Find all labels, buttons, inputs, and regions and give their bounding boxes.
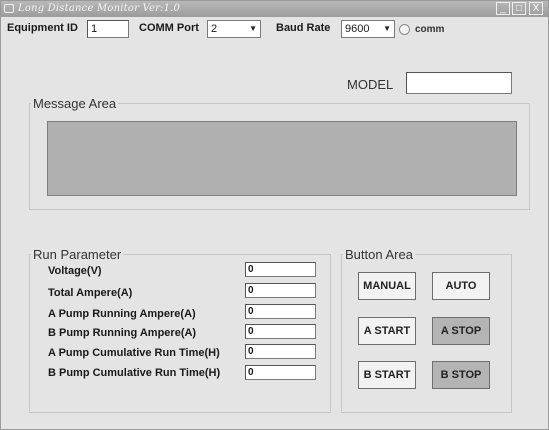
chevron-down-icon[interactable]: ▼: [249, 22, 257, 36]
model-input[interactable]: [406, 72, 512, 94]
baud-rate-value: 9600: [345, 23, 370, 35]
title-bar[interactable]: Long Distance Monitor Ver:1.0 _ □ X: [1, 1, 548, 17]
voltage-field[interactable]: 0: [245, 262, 316, 277]
run-parameter-title: Run Parameter: [31, 247, 124, 262]
app-icon: [4, 4, 14, 13]
b-pump-cumulative-run-time-label: B Pump Cumulative Run Time(H): [48, 367, 221, 379]
message-area-title: Message Area: [31, 96, 119, 111]
comm-port-select[interactable]: 2 ▼: [207, 20, 261, 38]
chevron-down-icon[interactable]: ▼: [383, 22, 391, 36]
voltage-label: Voltage(V): [48, 265, 102, 277]
b-start-button[interactable]: B START: [358, 361, 416, 389]
auto-button[interactable]: AUTO: [432, 272, 490, 300]
a-pump-running-ampere-label: A Pump Running Ampere(A): [48, 308, 196, 320]
comm-radio-label: comm: [415, 24, 445, 35]
model-label: MODEL: [347, 77, 394, 92]
a-pump-cumulative-run-time-field[interactable]: 0: [245, 344, 316, 359]
baud-rate-select[interactable]: 9600 ▼: [341, 20, 395, 38]
b-pump-running-ampere-field[interactable]: 0: [245, 324, 316, 339]
equipment-id-input[interactable]: 1: [87, 20, 129, 38]
close-icon[interactable]: X: [529, 2, 543, 15]
comm-port-value: 2: [211, 23, 218, 35]
a-pump-cumulative-run-time-label: A Pump Cumulative Run Time(H): [48, 347, 220, 359]
a-pump-running-ampere-field[interactable]: 0: [245, 304, 316, 319]
main-window: Long Distance Monitor Ver:1.0 _ □ X Equi…: [0, 0, 549, 430]
a-start-button[interactable]: A START: [358, 317, 416, 345]
baud-rate-label: Baud Rate: [276, 22, 331, 34]
maximize-icon[interactable]: □: [512, 2, 526, 15]
minimize-icon[interactable]: _: [496, 2, 510, 15]
message-display: [47, 121, 517, 196]
total-ampere-field[interactable]: 0: [245, 283, 316, 298]
total-ampere-label: Total Ampere(A): [48, 287, 133, 299]
manual-button[interactable]: MANUAL: [358, 272, 416, 300]
a-stop-button[interactable]: A STOP: [432, 317, 490, 345]
equipment-id-label: Equipment ID: [7, 22, 78, 34]
comm-radio[interactable]: [399, 24, 410, 35]
b-pump-running-ampere-label: B Pump Running Ampere(A): [48, 327, 197, 339]
comm-port-label: COMM Port: [139, 22, 199, 34]
window-title: Long Distance Monitor Ver:1.0: [18, 3, 181, 14]
b-pump-cumulative-run-time-field[interactable]: 0: [245, 365, 316, 380]
button-area-title: Button Area: [343, 247, 415, 262]
b-stop-button[interactable]: B STOP: [432, 361, 490, 389]
